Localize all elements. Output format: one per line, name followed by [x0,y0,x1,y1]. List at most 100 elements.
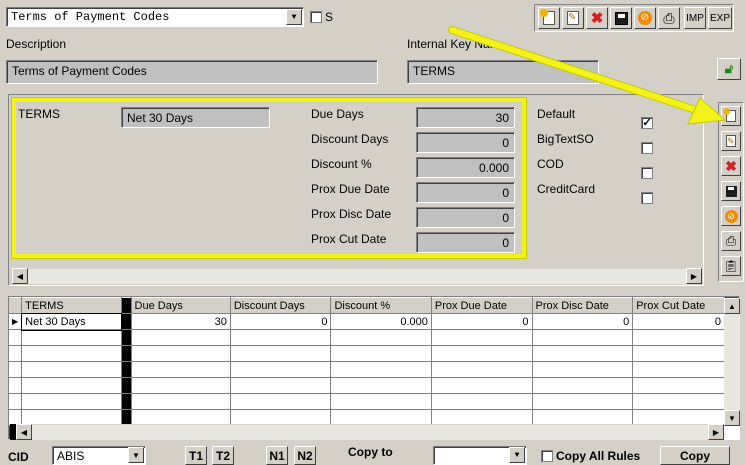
table-cell[interactable] [532,329,634,346]
grid-column-header[interactable]: Discount Days [230,297,332,314]
discount-days-field[interactable]: 0 [416,132,515,153]
grid-column-header[interactable]: Prox Due Date [431,297,533,314]
table-cell[interactable] [532,345,634,362]
scroll-down-icon[interactable]: ▼ [724,410,740,426]
side-edit-button[interactable]: ✎ [721,131,741,151]
grid-column-header[interactable]: TERMS [21,297,122,314]
table-cell[interactable] [632,393,725,410]
table-cell[interactable] [330,345,432,362]
table-cell[interactable] [632,361,725,378]
scroll-right-icon[interactable]: ▶ [708,424,724,440]
chevron-down-icon[interactable]: ▼ [286,9,302,25]
t1-button[interactable]: T1 [185,446,207,465]
table-cell[interactable] [230,361,332,378]
table-cell[interactable] [131,329,231,346]
table-cell[interactable] [431,393,533,410]
table-row[interactable] [9,377,725,394]
table-cell[interactable]: 0.000 [330,313,432,330]
grid-column-header[interactable]: Discount % [330,297,432,314]
current-row-icon[interactable]: ▶ [9,313,23,330]
terms-field[interactable]: Net 30 Days [121,107,270,128]
table-row[interactable] [9,393,725,410]
prox-due-date-field[interactable]: 0 [416,182,515,203]
scroll-left-icon[interactable]: ◀ [12,268,28,284]
table-row[interactable]: ▶ Net 30 Days 30 0 0.000 0 0 0 [9,312,725,331]
t2-button[interactable]: T2 [212,446,234,465]
table-cell[interactable] [131,361,231,378]
table-cell[interactable] [632,329,725,346]
table-cell[interactable] [431,361,533,378]
prox-disc-date-field[interactable]: 0 [416,207,515,228]
table-cell[interactable] [230,393,332,410]
row-selector[interactable] [9,377,23,394]
scroll-left-icon[interactable]: ◀ [16,424,32,440]
row-selector[interactable] [9,361,23,378]
table-cell[interactable]: 0 [431,313,533,330]
table-cell[interactable] [330,329,432,346]
table-cell[interactable] [131,377,231,394]
row-selector[interactable] [9,329,23,346]
table-cell[interactable] [230,377,332,394]
table-cell[interactable] [230,329,332,346]
table-cell[interactable] [632,345,725,362]
table-cell[interactable] [131,393,231,410]
table-cell[interactable] [21,393,122,410]
side-cancel-button[interactable]: ⊘ [721,206,741,226]
grid-column-header[interactable]: Prox Disc Date [532,297,634,314]
scroll-up-icon[interactable]: ▲ [724,298,740,314]
table-cell[interactable] [330,393,432,410]
table-cell[interactable] [431,345,533,362]
bigtextso-checkbox[interactable] [641,142,653,154]
grid-column-header[interactable]: Due Days [131,297,231,314]
copy-to-select[interactable]: ▼ [433,446,527,465]
row-selector[interactable] [9,393,23,410]
side-print-button[interactable]: ⎙ [721,231,741,251]
terms-grid[interactable]: TERMS Due Days Discount Days Discount % … [8,296,740,440]
table-cell[interactable]: 30 [131,313,231,330]
n2-button[interactable]: N2 [294,446,316,465]
table-cell[interactable] [431,377,533,394]
copy-all-rules-checkbox[interactable] [541,450,553,462]
chevron-down-icon[interactable]: ▼ [128,447,144,463]
table-cell[interactable] [21,377,122,394]
table-cell[interactable] [21,345,122,362]
table-cell[interactable]: 0 [632,313,725,330]
grid-vertical-scrollbar[interactable] [724,298,740,426]
copy-button[interactable]: Copy [660,446,730,465]
table-cell[interactable] [431,329,533,346]
table-cell[interactable] [21,329,122,346]
description-field[interactable]: Terms of Payment Codes [6,60,378,84]
prox-cut-date-field[interactable]: 0 [416,232,515,253]
table-cell[interactable] [230,345,332,362]
table-row[interactable] [9,329,725,346]
table-cell[interactable] [131,345,231,362]
side-save-button[interactable] [721,181,741,201]
table-cell[interactable]: 0 [532,313,634,330]
table-cell[interactable] [632,377,725,394]
panel-horizontal-scrollbar[interactable] [12,268,702,284]
table-cell[interactable] [330,361,432,378]
side-delete-button[interactable]: ✖ [721,156,741,176]
table-cell[interactable] [330,377,432,394]
table-cell[interactable] [532,377,634,394]
s-checkbox[interactable] [310,11,322,23]
table-cell[interactable]: Net 30 Days [20,312,123,331]
cod-checkbox[interactable] [641,167,653,179]
table-cell[interactable]: 0 [230,313,332,330]
creditcard-checkbox[interactable] [641,192,653,204]
side-clipboard-button[interactable]: 📋︎ [721,256,741,276]
table-row[interactable] [9,361,725,378]
row-selector[interactable] [9,345,23,362]
table-cell[interactable] [532,361,634,378]
code-select[interactable]: Terms of Payment Codes ▼ [6,7,304,27]
table-cell[interactable] [21,361,122,378]
discount-percent-field[interactable]: 0.000 [416,157,515,178]
table-row[interactable] [9,345,725,362]
scroll-right-icon[interactable]: ▶ [686,268,702,284]
n1-button[interactable]: N1 [266,446,288,465]
grid-horizontal-scrollbar[interactable] [10,424,724,440]
chevron-down-icon[interactable]: ▼ [509,447,525,463]
cid-select[interactable]: ABIS ▼ [52,446,146,465]
grid-column-header[interactable]: Prox Cut Date [632,297,725,314]
table-cell[interactable] [532,393,634,410]
